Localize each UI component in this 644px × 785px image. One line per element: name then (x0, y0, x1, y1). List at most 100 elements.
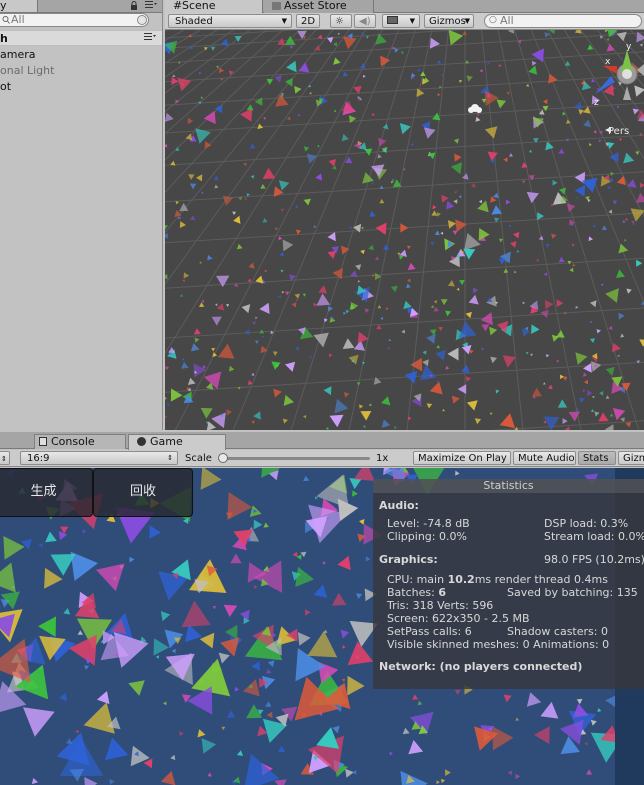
tab-game[interactable]: Game (128, 434, 226, 450)
aspect-dropdown[interactable]: 16:9 ⇕ (20, 451, 178, 465)
directional-light-icon[interactable] (468, 104, 482, 113)
hierarchy-scene-row[interactable]: h (0, 30, 162, 46)
particle-triangle (228, 70, 234, 76)
panel-menu-icon[interactable] (145, 0, 157, 13)
particle-triangle (83, 702, 115, 734)
particle-triangle (594, 411, 600, 417)
particle-triangle (436, 212, 441, 217)
particle-triangle (371, 112, 375, 116)
particle-triangle (105, 737, 129, 761)
scene-viewport[interactable]: y x z Pers (165, 30, 644, 430)
mode-2d-button[interactable]: 2D (296, 14, 320, 28)
particle-triangle (552, 179, 558, 186)
particle-triangle (502, 355, 516, 368)
particle-triangle (263, 117, 266, 120)
hierarchy-item-root[interactable]: ot (0, 80, 11, 94)
game-viewport[interactable]: 生成 回收 Statistics Audio: Level: -74.8 dB … (0, 468, 644, 785)
particle-triangle (243, 162, 247, 167)
particle-triangle (302, 36, 306, 39)
particle-triangle (77, 630, 83, 635)
particle-triangle (286, 116, 291, 121)
particle-triangle (342, 71, 348, 77)
particle-triangle (426, 334, 436, 344)
particle-triangle (237, 386, 241, 390)
particle-triangle (251, 372, 255, 376)
hierarchy-item-light[interactable]: onal Light (0, 64, 54, 78)
particle-triangle (353, 468, 375, 481)
particle-triangle (160, 611, 171, 622)
particle-triangle (495, 389, 500, 394)
particle-triangle (212, 352, 218, 357)
particle-triangle (543, 99, 548, 105)
particle-triangle (521, 180, 526, 184)
particle-triangle (274, 75, 282, 83)
particle-triangle (445, 310, 452, 317)
display-dropdown[interactable]: ⇕ (0, 451, 10, 465)
scale-slider[interactable] (218, 453, 370, 463)
search-clear-icon[interactable] (137, 15, 147, 25)
particle-triangle (458, 79, 463, 83)
tab-scene[interactable]: #Scene (165, 0, 263, 13)
particle-triangle (632, 222, 636, 226)
tab-console[interactable]: Console (34, 434, 126, 449)
particle-triangle (262, 167, 276, 179)
particle-triangle (349, 115, 357, 124)
mute-audio-toggle[interactable]: Mute Audio (513, 451, 576, 465)
effects-dropdown[interactable]: ▼ (382, 14, 420, 28)
mute-audio-label: Mute Audio (518, 453, 575, 464)
particle-triangle (175, 99, 180, 104)
scene-search-input[interactable]: ○ All (484, 14, 642, 28)
tab-asset-store[interactable]: Asset Store (264, 0, 374, 13)
hierarchy-search-input[interactable]: All (0, 13, 149, 27)
particle-triangle (63, 608, 71, 615)
sun-icon: ☼ (335, 16, 344, 27)
recycle-button[interactable]: 回收 (93, 468, 193, 517)
particle-triangle (56, 732, 90, 766)
particle-triangle (45, 531, 57, 543)
particle-triangle (44, 567, 63, 589)
lock-icon[interactable] (130, 1, 138, 13)
particle-triangle (532, 60, 537, 66)
scale-slider-thumb[interactable] (218, 453, 228, 463)
particle-triangle (429, 37, 440, 49)
particle-triangle (197, 729, 206, 738)
particle-triangle (430, 305, 434, 309)
lighting-toggle[interactable]: ☼ (330, 14, 352, 28)
particle-triangle (584, 741, 588, 746)
tab-hierarchy[interactable]: y (0, 0, 38, 12)
scene-menu-icon[interactable] (144, 32, 156, 45)
particle-triangle (606, 43, 615, 52)
particle-triangle (557, 399, 568, 408)
particle-triangle (510, 241, 517, 248)
game-gizmos-toggle[interactable]: Gizm (618, 451, 644, 465)
particle-triangle (492, 726, 514, 751)
particle-triangle (357, 279, 361, 283)
particle-triangle (214, 184, 219, 189)
particle-triangle (359, 519, 365, 525)
scene-gizmos-dropdown[interactable]: Gizmos ▼ (424, 14, 474, 28)
particle-triangle (360, 411, 372, 421)
maximize-on-play-toggle[interactable]: Maximize On Play (413, 451, 511, 465)
particle-triangle (377, 304, 382, 309)
particle-triangle (365, 308, 370, 313)
particle-triangle (442, 408, 445, 412)
generate-button[interactable]: 生成 (0, 468, 93, 517)
particle-triangle (246, 104, 254, 111)
particle-triangle (381, 419, 391, 428)
audio-toggle[interactable]: ◀) (354, 14, 376, 28)
particle-triangle (547, 384, 553, 390)
tab-console-label: Console (51, 435, 95, 448)
particle-triangle (400, 223, 409, 233)
shading-mode-dropdown[interactable]: Shaded ▼ (168, 14, 292, 28)
particle-triangle (605, 288, 619, 303)
particle-triangle (499, 413, 516, 429)
particle-triangle (59, 693, 67, 702)
particle-triangle (525, 351, 529, 355)
particle-triangle (96, 691, 110, 705)
stats-toggle[interactable]: Stats (578, 451, 616, 465)
particle-triangle (332, 165, 337, 170)
particle-triangle (96, 563, 125, 592)
projection-label[interactable]: Pers (608, 126, 629, 137)
particle-triangle (253, 411, 261, 420)
hierarchy-item-camera[interactable]: amera (0, 48, 36, 62)
